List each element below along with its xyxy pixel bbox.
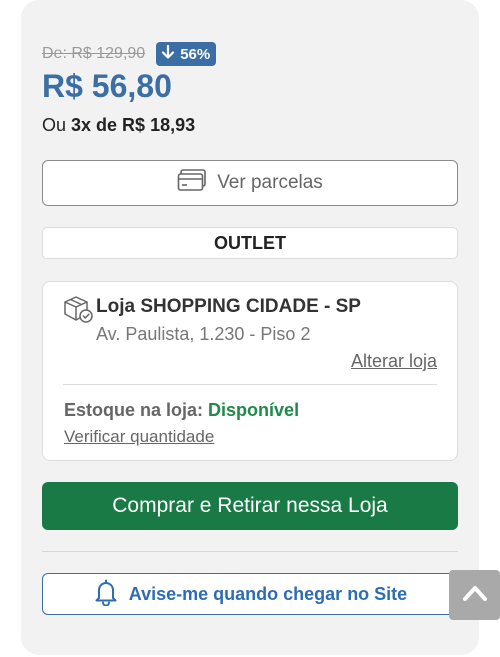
chevron-up-icon xyxy=(462,585,487,606)
stock-label: Estoque na loja: xyxy=(64,400,204,420)
stock-status: Estoque na loja: Disponível xyxy=(64,400,299,421)
notify-me-button[interactable]: Avise-me quando chegar no Site xyxy=(42,573,458,615)
outlet-badge: OUTLET xyxy=(42,227,458,259)
view-installments-label: Ver parcelas xyxy=(217,172,323,193)
discount-badge: 56% xyxy=(156,42,217,66)
buy-and-pickup-button[interactable]: Comprar e Retirar nessa Loja xyxy=(42,482,458,530)
stock-availability: Disponível xyxy=(208,400,300,420)
credit-card-icon xyxy=(177,168,207,198)
store-name: Loja SHOPPING CIDADE - SP xyxy=(96,296,361,317)
old-price-row: De: R$ 129,90 56% xyxy=(42,42,217,66)
arrow-down-icon xyxy=(161,44,175,63)
check-quantity-link[interactable]: Verificar quantidade xyxy=(64,427,214,447)
old-price: De: R$ 129,90 xyxy=(42,45,146,62)
notify-me-label: Avise-me quando chegar no Site xyxy=(128,583,408,604)
scroll-to-top-button[interactable] xyxy=(449,570,500,620)
installments-prefix: Ou xyxy=(42,115,67,135)
package-check-icon xyxy=(62,293,94,325)
section-divider xyxy=(42,551,458,552)
discount-value: 56% xyxy=(180,45,211,63)
change-store-link[interactable]: Alterar loja xyxy=(351,351,437,372)
bell-icon xyxy=(93,578,119,611)
installments-value: 3x de R$ 18,93 xyxy=(71,115,196,135)
store-address: Av. Paulista, 1.230 - Piso 2 xyxy=(96,324,311,344)
store-pickup-box: Loja SHOPPING CIDADE - SP Av. Paulista, … xyxy=(42,281,458,461)
installments-text: Ou 3x de R$ 18,93 xyxy=(42,115,195,136)
view-installments-button[interactable]: Ver parcelas xyxy=(42,160,458,206)
store-divider xyxy=(63,384,437,385)
current-price: R$ 56,80 xyxy=(42,68,172,104)
